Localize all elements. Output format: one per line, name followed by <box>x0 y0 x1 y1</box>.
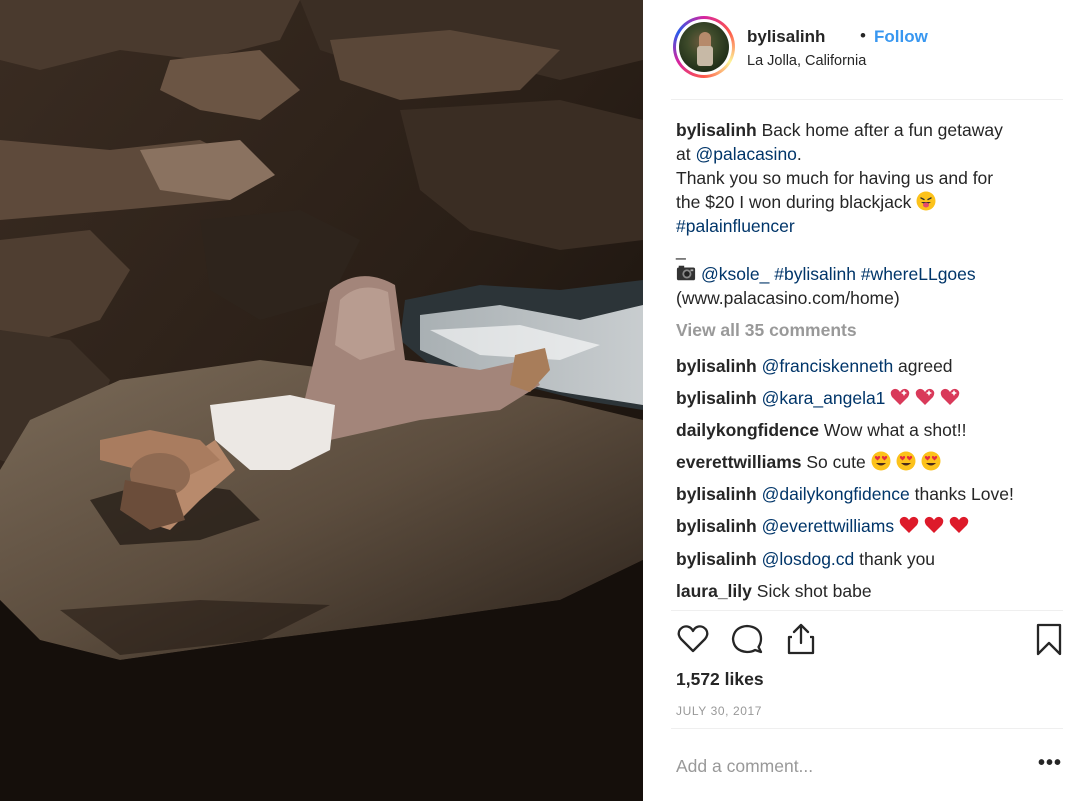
caption-username[interactable]: bylisalinh <box>676 120 757 140</box>
bookmark-icon <box>1036 623 1062 656</box>
likes-count[interactable]: 1,572 likes <box>676 669 764 690</box>
tongue-wink-emoji-icon <box>916 191 936 211</box>
separator-dot: • <box>860 26 866 45</box>
photo-image <box>0 0 643 801</box>
caption-mention[interactable]: @ksole_ <box>701 264 769 284</box>
comment-mention[interactable]: @losdog.cd <box>762 549 855 569</box>
comment: bylisalinh @dailykongfidence thanks Love… <box>676 482 1014 506</box>
add-comment-input[interactable] <box>676 752 1006 780</box>
share-icon <box>787 623 815 655</box>
caption-text: Thank you so much for having us and for <box>676 168 994 188</box>
comment-username[interactable]: bylisalinh <box>676 549 757 569</box>
sparkling-heart-emoji-icon <box>891 388 910 405</box>
comment: bylisalinh @losdog.cd thank you <box>676 547 935 571</box>
share-button[interactable] <box>784 622 820 658</box>
more-options-button[interactable]: ••• <box>1038 752 1062 775</box>
caption-mention[interactable]: @palacasino <box>695 144 796 164</box>
comment-button[interactable] <box>730 622 766 658</box>
comment-mention[interactable]: @dailykongfidence <box>762 484 910 504</box>
caption-hashtag[interactable]: #bylisalinh <box>774 264 856 284</box>
caption: bylisalinh Back home after a fun getaway… <box>676 118 1066 310</box>
caption-url: (www.palacasino.com/home) <box>676 288 900 308</box>
comment: dailykongfidence Wow what a shot!! <box>676 418 967 442</box>
post-username[interactable]: bylisalinh <box>747 27 825 47</box>
sparkling-heart-emoji-icon <box>916 388 935 405</box>
comment-username[interactable]: dailykongfidence <box>676 420 819 440</box>
comment-mention[interactable]: @kara_angela1 <box>762 388 886 408</box>
caption-text: the $20 I won during blackjack <box>676 192 912 212</box>
comment-text: Sick shot babe <box>756 581 872 601</box>
comment: everettwilliams So cute <box>676 450 946 474</box>
post-date[interactable]: JULY 30, 2017 <box>676 704 762 718</box>
comment-mention[interactable]: @everettwilliams <box>762 516 895 536</box>
save-button[interactable] <box>1032 622 1068 658</box>
comment: bylisalinh @kara_angela1 <box>676 386 965 410</box>
red-heart-emoji-icon <box>899 516 919 533</box>
comment: laura_lily Sick shot babe <box>676 579 872 603</box>
comment-bubble-icon <box>731 624 763 654</box>
sparkling-heart-emoji-icon <box>941 388 960 405</box>
comment-text: So cute <box>806 452 866 472</box>
follow-button[interactable]: Follow <box>874 27 928 47</box>
comment-username[interactable]: everettwilliams <box>676 452 801 472</box>
heart-eyes-emoji-icon <box>921 451 941 471</box>
comment-username[interactable]: bylisalinh <box>676 388 757 408</box>
caption-hashtag[interactable]: #palainfluencer <box>676 216 795 236</box>
heart-eyes-emoji-icon <box>871 451 891 471</box>
divider <box>671 728 1063 729</box>
comment-username[interactable]: bylisalinh <box>676 484 757 504</box>
comment-username[interactable]: laura_lily <box>676 581 752 601</box>
comment-text: thank you <box>854 549 936 569</box>
red-heart-emoji-icon <box>924 516 944 533</box>
caption-text: Back home after a fun getaway <box>761 120 1003 140</box>
comment-text: thanks Love! <box>909 484 1014 504</box>
post-details-panel: bylisalinh • Follow La Jolla, California… <box>643 0 1069 801</box>
comment-mention[interactable]: @franciskenneth <box>762 356 894 376</box>
caption-hashtag[interactable]: #whereLLgoes <box>861 264 976 284</box>
avatar-ring[interactable] <box>673 16 735 78</box>
heart-eyes-emoji-icon <box>896 451 916 471</box>
post-location[interactable]: La Jolla, California <box>747 53 866 69</box>
comment-username[interactable]: bylisalinh <box>676 356 757 376</box>
comment: bylisalinh @franciskenneth agreed <box>676 354 953 378</box>
camera-icon <box>676 265 696 281</box>
view-all-comments-link[interactable]: View all 35 comments <box>676 320 857 341</box>
comment: bylisalinh @everettwilliams <box>676 514 974 538</box>
comment-text: Wow what a shot!! <box>823 420 967 440</box>
heart-icon <box>677 625 709 653</box>
avatar <box>679 22 729 72</box>
like-button[interactable] <box>676 622 712 658</box>
comment-text: agreed <box>893 356 953 376</box>
comment-username[interactable]: bylisalinh <box>676 516 757 536</box>
red-heart-emoji-icon <box>949 516 969 533</box>
post-photo[interactable] <box>0 0 643 801</box>
post-actions <box>676 622 1066 662</box>
post-header: bylisalinh • Follow La Jolla, California <box>671 14 1063 100</box>
divider <box>671 610 1063 611</box>
